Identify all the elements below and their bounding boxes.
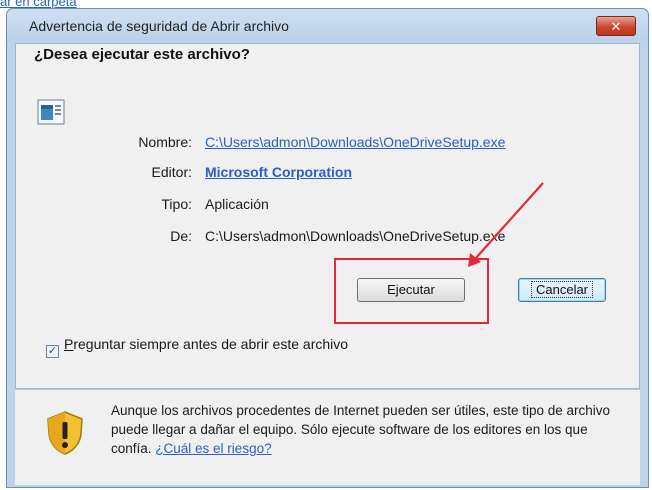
publisher-value-link[interactable]: Microsoft Corporation xyxy=(205,164,352,180)
always-ask-accesskey: P xyxy=(64,336,74,352)
type-label: Tipo: xyxy=(161,196,192,212)
close-button[interactable]: ✕ xyxy=(596,16,636,36)
always-ask-checkbox[interactable]: ✓ xyxy=(46,345,59,358)
file-icon xyxy=(37,99,65,125)
close-icon: ✕ xyxy=(610,19,622,34)
cancel-button-label: Cancelar xyxy=(530,281,594,298)
name-value-link[interactable]: C:\Users\admon\Downloads\OneDriveSetup.e… xyxy=(205,134,505,150)
highlight-annotation xyxy=(334,258,489,324)
always-ask-label-text: reguntar siempre antes de abrir este arc… xyxy=(73,336,349,352)
shield-warning-icon xyxy=(47,411,83,455)
dialog-title: Advertencia de seguridad de Abrir archiv… xyxy=(29,18,289,34)
title-bar: Advertencia de seguridad de Abrir archiv… xyxy=(7,9,648,43)
name-label: Nombre: xyxy=(138,134,192,150)
always-ask-label[interactable]: Preguntar siempre antes de abrir este ar… xyxy=(64,336,354,353)
type-value: Aplicación xyxy=(205,196,269,212)
publisher-label: Editor: xyxy=(151,164,192,180)
run-question: ¿Desea ejecutar este archivo? xyxy=(34,46,250,63)
from-label: De: xyxy=(170,228,192,244)
warning-message: Aunque los archivos procedentes de Inter… xyxy=(111,401,631,458)
risk-link[interactable]: ¿Cuál es el riesgo? xyxy=(155,441,271,456)
from-value: C:\Users\admon\Downloads\OneDriveSetup.e… xyxy=(205,228,506,244)
cancel-button[interactable]: Cancelar xyxy=(518,278,606,302)
